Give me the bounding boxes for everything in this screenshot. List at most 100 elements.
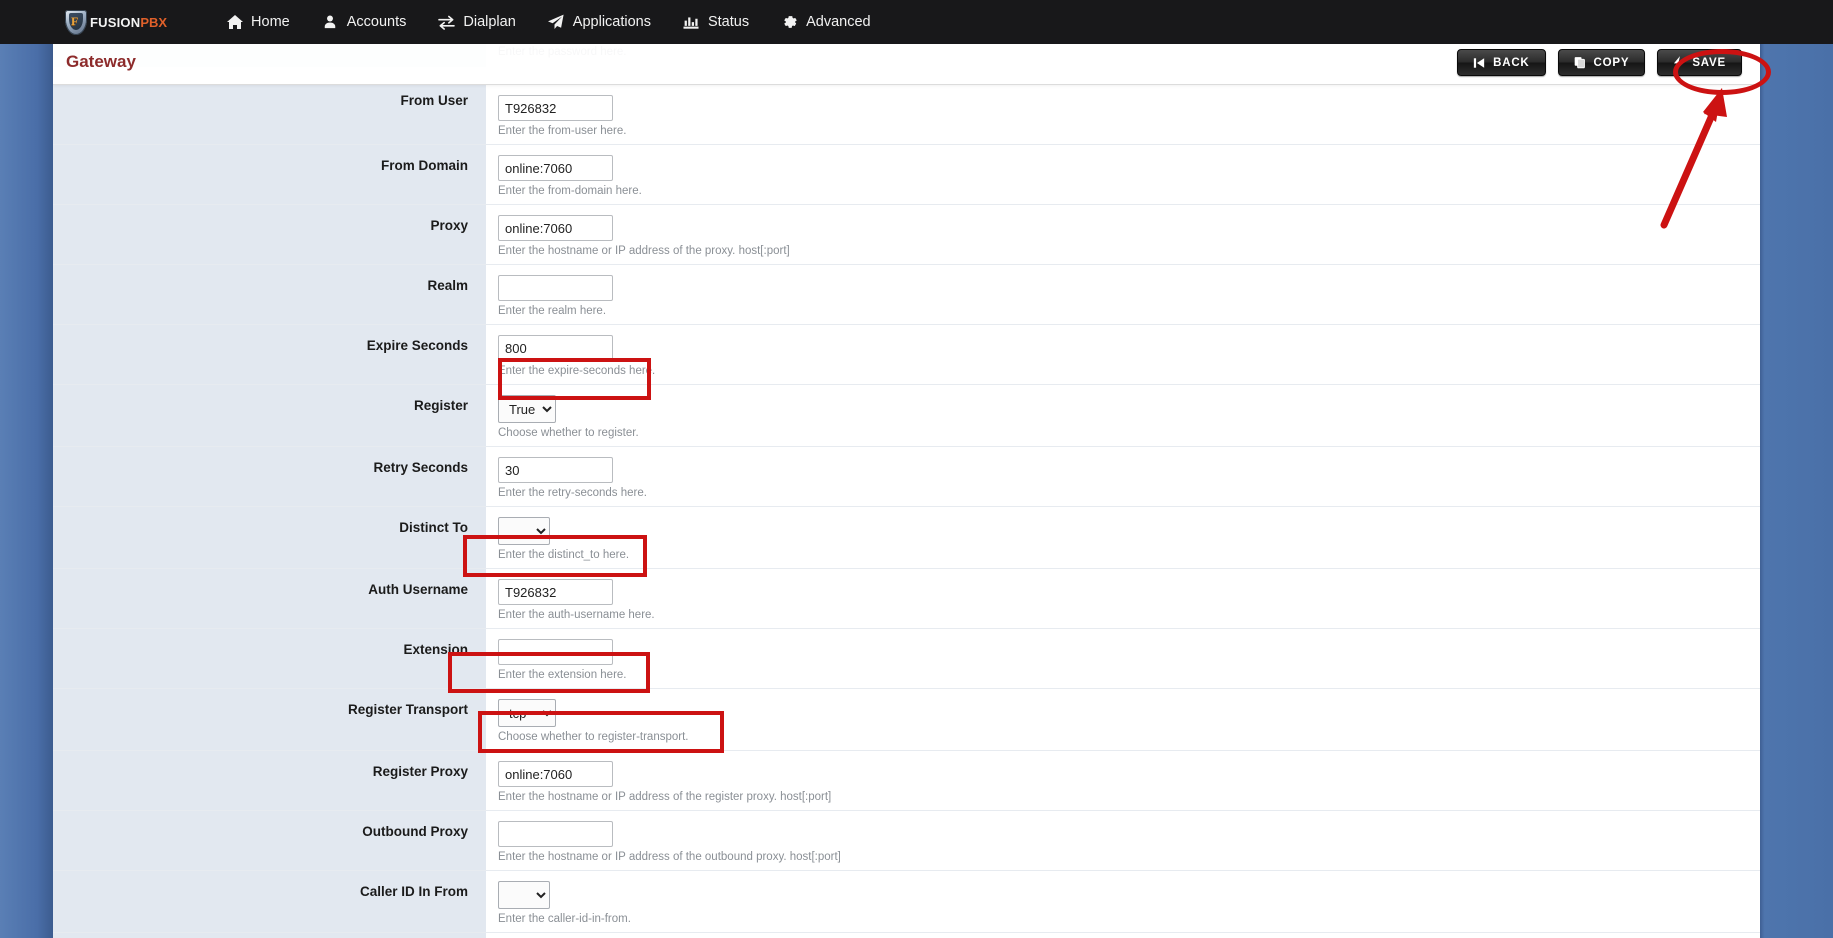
exchange-arrows-icon — [438, 14, 456, 31]
outbound-proxy-input[interactable] — [498, 821, 613, 847]
nav-item-label: Accounts — [346, 14, 407, 30]
caller-id-in-from-field: Enter the caller-id-in-from. — [486, 871, 1760, 932]
from-user-field: Enter the from-user here. — [486, 85, 1760, 144]
lightning-bolt-icon — [1673, 56, 1684, 69]
extension-hint: Enter the extension here. — [498, 669, 627, 681]
form-row-auth-username: Auth Username Enter the auth-username her… — [53, 569, 1760, 629]
retry-seconds-label: Retry Seconds — [53, 447, 486, 506]
realm-field: Enter the realm here. — [486, 265, 1760, 324]
register-transport-field: tcp Choose whether to register-transport. — [486, 689, 1760, 750]
form-row-extension: Extension Enter the extension here. — [53, 629, 1760, 689]
user-icon — [322, 14, 339, 31]
register-field: True Choose whether to register. — [486, 385, 1760, 446]
retry-seconds-hint: Enter the retry-seconds here. — [498, 487, 647, 499]
copy-button[interactable]: COPY — [1557, 49, 1646, 76]
realm-label: Realm — [53, 265, 486, 324]
form-row-supress-cng: Supress CNGEnter the supress-cng. — [53, 933, 1760, 938]
from-domain-label: From Domain — [53, 145, 486, 204]
register-proxy-field: Enter the hostname or IP address of the … — [486, 751, 1760, 810]
proxy-field: Enter the hostname or IP address of the … — [486, 205, 1760, 264]
form-row-caller-id-in-from: Caller ID In From Enter the caller-id-in-… — [53, 871, 1760, 933]
auth-username-hint: Enter the auth-username here. — [498, 609, 655, 621]
step-backward-icon — [1473, 57, 1485, 69]
extension-input[interactable] — [498, 639, 613, 665]
form-row-from-domain: From Domain Enter the from-domain here. — [53, 145, 1760, 205]
outbound-proxy-label: Outbound Proxy — [53, 811, 486, 870]
realm-hint: Enter the realm here. — [498, 305, 607, 317]
register-select[interactable]: True — [498, 395, 556, 423]
form-row-retry-seconds: Retry Seconds Enter the retry-seconds her… — [53, 447, 1760, 507]
form-row-distinct-to: Distinct To Enter the distinct_to here. — [53, 507, 1760, 569]
nav-item-label: Home — [251, 14, 290, 30]
nav-item-status[interactable]: Status — [667, 0, 765, 44]
nav-item-label: Advanced — [806, 14, 871, 30]
retry-seconds-input[interactable] — [498, 457, 613, 483]
from-user-label: From User — [53, 85, 486, 144]
proxy-label: Proxy — [53, 205, 486, 264]
nav-item-advanced[interactable]: Advanced — [765, 0, 887, 44]
copy-icon — [1574, 56, 1586, 69]
auth-username-label: Auth Username — [53, 569, 486, 628]
desktop-background-right — [1760, 0, 1833, 938]
logo-text-fusion: FUSION — [90, 14, 141, 30]
distinct-to-hint: Enter the distinct_to here. — [498, 549, 630, 561]
nav-item-home[interactable]: Home — [210, 0, 306, 44]
app-root: From User Enter the from-user here. From D… — [0, 0, 1833, 938]
nav-item-label: Dialplan — [463, 14, 516, 30]
fusionpbx-logo[interactable]: F FUSION PBX — [65, 9, 167, 35]
extension-label: Extension — [53, 629, 486, 688]
from-user-hint: Enter the from-user here. — [498, 125, 627, 137]
outbound-proxy-field: Enter the hostname or IP address of the … — [486, 811, 1760, 870]
desktop-background-left — [0, 0, 53, 938]
extension-field: Enter the extension here. — [486, 629, 1760, 688]
from-domain-input[interactable] — [498, 155, 613, 181]
home-icon — [226, 14, 243, 31]
caller-id-in-from-label: Caller ID In From — [53, 871, 486, 932]
form-row-register-proxy: Register Proxy Enter the hostname or IP a… — [53, 751, 1760, 811]
register-transport-hint: Choose whether to register-transport. — [498, 731, 689, 743]
distinct-to-label: Distinct To — [53, 507, 486, 568]
from-domain-field: Enter the from-domain here. — [486, 145, 1760, 204]
caller-id-in-from-select[interactable] — [498, 881, 550, 909]
nav-item-label: Applications — [572, 14, 651, 30]
expire-seconds-input[interactable] — [498, 335, 613, 361]
register-proxy-label: Register Proxy — [53, 751, 486, 810]
realm-input[interactable] — [498, 275, 613, 301]
form-row-proxy: Proxy Enter the hostname or IP address of… — [53, 205, 1760, 265]
nav-item-applications[interactable]: Applications — [532, 0, 667, 44]
form-row-register-transport: Register Transport tcp Choose whether to r… — [53, 689, 1760, 751]
auth-username-input[interactable] — [498, 579, 613, 605]
nav-item-accounts[interactable]: Accounts — [306, 0, 423, 44]
back-button[interactable]: BACK — [1457, 49, 1546, 76]
register-transport-label: Register Transport — [53, 689, 486, 750]
nav-item-label: Status — [707, 14, 750, 30]
register-proxy-hint: Enter the hostname or IP address of the … — [498, 791, 832, 803]
logo-text-pbx: PBX — [140, 14, 168, 30]
page-title: Gateway — [66, 52, 136, 71]
gateway-form: From User Enter the from-user here. From D… — [53, 85, 1760, 938]
register-transport-select[interactable]: tcp — [498, 699, 556, 727]
auth-username-field: Enter the auth-username here. — [486, 569, 1760, 628]
distinct-to-field: Enter the distinct_to here. — [486, 507, 1760, 568]
shield-icon: F — [65, 9, 87, 35]
proxy-input[interactable] — [498, 215, 613, 241]
from-user-input[interactable] — [498, 95, 613, 121]
form-row-register: Register True Choose whether to register. — [53, 385, 1760, 447]
outbound-proxy-hint: Enter the hostname or IP address of the … — [498, 851, 841, 863]
distinct-to-select[interactable] — [498, 517, 550, 545]
register-label: Register — [53, 385, 486, 446]
bar-chart-icon — [683, 14, 700, 31]
form-row-outbound-proxy: Outbound Proxy Enter the hostname or IP a… — [53, 811, 1760, 871]
top-navbar: F FUSION PBX Home Accounts Dialplan Applicat… — [0, 0, 1833, 44]
nav-items: Home Accounts Dialplan Applications Status Ad… — [210, 0, 887, 44]
nav-item-dialplan[interactable]: Dialplan — [422, 0, 531, 44]
expire-seconds-field: Enter the expire-seconds here. — [486, 325, 1760, 384]
logo-letter: F — [71, 13, 79, 28]
page-header: Gateway BACK COPY SAVE — [53, 40, 1760, 85]
caller-id-in-from-hint: Enter the caller-id-in-from. — [498, 913, 631, 925]
register-hint: Choose whether to register. — [498, 427, 639, 439]
expire-seconds-label: Expire Seconds — [53, 325, 486, 384]
save-button[interactable]: SAVE — [1657, 49, 1742, 76]
register-proxy-input[interactable] — [498, 761, 613, 787]
supress-cng-label: Supress CNG — [53, 933, 486, 938]
